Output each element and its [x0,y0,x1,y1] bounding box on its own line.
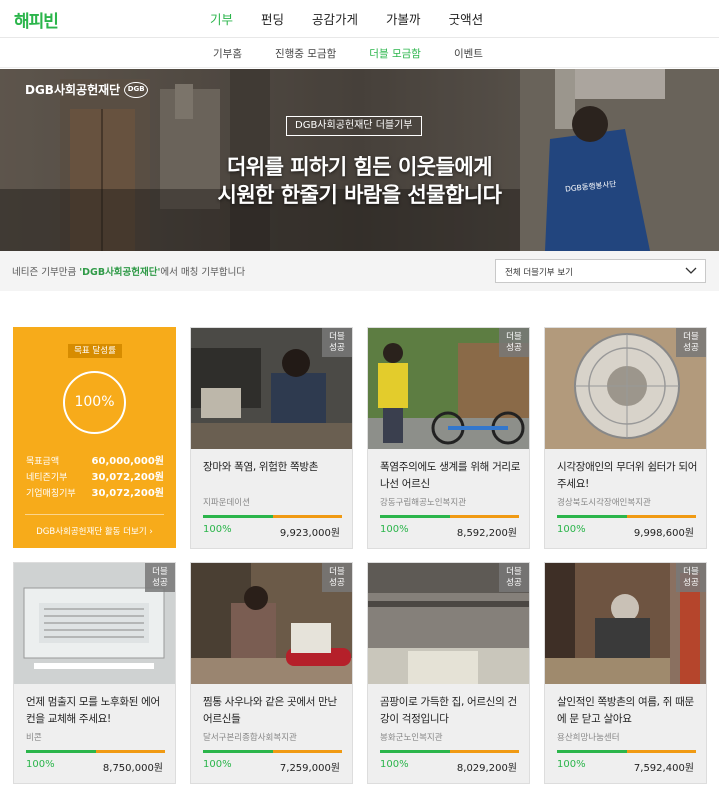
campaign-amount: 9,923,000원 [279,528,340,539]
campaign-org: 달서구본리종합사회복지관 [203,733,297,743]
progress-bar [557,515,696,518]
campaign-org: 경상북도시각장애인복지관 [557,498,651,508]
progress-bar [26,750,165,753]
campaign-amount: 8,592,200원 [456,528,517,539]
campaign-percent: 100% [203,759,232,770]
campaign-card[interactable]: 더블 성공살인적인 쪽방촌의 여름, 쥐 때문에 문 닫고 살아요용산희망나눔센터… [544,562,707,784]
goal-row: 기업매칭기부 30,072,200원 [26,488,164,499]
campaign-org: 봉화군노인복지관 [380,733,443,743]
subnav-donate-home[interactable]: 기부홈 [213,46,242,61]
goal-row: 네티즌기부 30,072,200원 [26,472,164,483]
campaign-org: 지파운데이션 [203,498,250,508]
chevron-down-icon [685,267,697,274]
double-filter-select[interactable]: 전체 더블기부 보기 [495,259,706,283]
progress-fill [557,515,627,518]
campaign-percent: 100% [557,759,586,770]
goal-stats: 목표금액 60,000,000원 네티즌기부 30,072,200원 기업매칭기부 3… [26,454,164,502]
double-success-badge: 더블 성공 [145,563,175,592]
campaign-card[interactable]: 더블 성공장마와 폭염, 위험한 쪽방촌지파운데이션 100% 9,923,000원 [190,327,353,549]
banner-headline-1: 더위를 피하기 힘든 이웃들에게 [226,155,493,179]
banner-tag: DGB사회공헌재단 더블기부 [286,116,422,136]
campaign-org: 강동구립해공노인복지관 [380,498,467,508]
nav-goodaction[interactable]: 굿액션 [449,9,484,28]
progress-fill [26,750,96,753]
campaign-card[interactable]: 더블 성공폭염주의에도 생계를 위해 거리로 나선 어르신강동구립해공노인복지관 1… [367,327,530,549]
goal-rate: 100% [63,371,126,434]
progress-fill [203,515,273,518]
campaign-title[interactable]: 언제 멈출지 모를 노후화된 에어컨을 교체해 주세요! [26,694,168,728]
select-value: 전체 더블기부 보기 [505,268,573,278]
campaign-amount: 7,259,000원 [279,763,340,774]
filter-bar: 네티즌 기부만큼 'DGB사회공헌재단'에서 매칭 기부합니다 전체 더블기부 … [0,251,719,291]
global-header: 해피빈 기부 펀딩 공감가게 가볼까 굿액션 [0,0,719,38]
campaign-amount: 7,592,400원 [633,763,694,774]
goal-summary-card: 목표 달성률 100% 목표금액 60,000,000원 네티즌기부 30,072,… [13,327,176,548]
dgb-brand-name: DGB사회공헌재단 [25,83,121,97]
double-success-badge: 더블 성공 [499,563,529,592]
matching-notice: 네티즌 기부만큼 'DGB사회공헌재단'에서 매칭 기부합니다 [12,267,246,278]
campaign-title[interactable]: 곰팡이로 가득한 집, 어르신의 건강이 걱정입니다 [380,694,522,728]
campaign-percent: 100% [380,524,409,535]
campaign-amount: 8,029,200원 [456,763,517,774]
progress-bar [203,750,342,753]
campaign-percent: 100% [203,524,232,535]
subnav-double[interactable]: 더블 모금함 [369,46,421,61]
campaign-org: 비콘 [26,733,42,743]
goal-row: 목표금액 60,000,000원 [26,456,164,467]
campaign-card[interactable]: 더블 성공곰팡이로 가득한 집, 어르신의 건강이 걱정입니다봉화군노인복지관 10… [367,562,530,784]
campaign-title[interactable]: 시각장애인의 무더위 쉼터가 되어 주세요! [557,459,699,493]
campaign-card[interactable]: 더블 성공언제 멈출지 모를 노후화된 에어컨을 교체해 주세요! 비콘 100% 8,… [13,562,176,784]
goal-label: 목표 달성률 [68,344,122,358]
divider [25,514,164,515]
campaign-title[interactable]: 살인적인 쪽방촌의 여름, 쥐 때문에 문 닫고 살아요 [557,694,699,728]
progress-bar [380,750,519,753]
campaign-card[interactable]: 더블 성공찜통 사우나와 같은 곳에서 만난 어르신들달서구본리종합사회복지관 10… [190,562,353,784]
campaign-title[interactable]: 찜통 사우나와 같은 곳에서 만난 어르신들 [203,694,345,728]
double-success-badge: 더블 성공 [322,328,352,357]
progress-fill [380,750,450,753]
campaign-percent: 100% [26,759,55,770]
campaign-title[interactable]: 폭염주의에도 생계를 위해 거리로 나선 어르신 [380,459,522,493]
progress-bar [557,750,696,753]
progress-fill [380,515,450,518]
dgb-more-link[interactable]: DGB사회공헌재단 활동 더보기 › [13,525,176,537]
nav-donate[interactable]: 기부 [210,9,233,28]
campaign-percent: 100% [380,759,409,770]
campaign-title[interactable]: 장마와 폭염, 위험한 쪽방촌 [203,459,345,476]
progress-bar [380,515,519,518]
subnav-event[interactable]: 이벤트 [454,46,483,61]
progress-fill [203,750,273,753]
double-success-badge: 더블 성공 [322,563,352,592]
dgb-brand: DGB사회공헌재단 DGB [25,81,149,98]
happybean-logo[interactable]: 해피빈 [14,7,59,32]
campaign-org: 용산희망나눔센터 [557,733,620,743]
subnav-ongoing[interactable]: 진행중 모금함 [275,46,336,61]
campaign-amount: 9,998,600원 [633,528,694,539]
progress-fill [557,750,627,753]
progress-bar [203,515,342,518]
nav-funding[interactable]: 펀딩 [261,9,284,28]
dgb-logo: DGB [124,81,149,98]
nav-visit[interactable]: 가볼까 [386,9,421,28]
campaign-banner: DGB사회공헌재단 DGB DGB사회공헌재단 더블기부 더위를 피하기 힘든 … [0,69,719,251]
main-nav: 기부 펀딩 공감가게 가볼까 굿액션 [210,9,511,28]
sub-nav: 기부홈 진행중 모금함 더블 모금함 이벤트 [0,38,719,68]
nav-store[interactable]: 공감가게 [312,9,358,28]
double-success-badge: 더블 성공 [499,328,529,357]
campaign-percent: 100% [557,524,586,535]
double-success-badge: 더블 성공 [676,328,706,357]
campaign-amount: 8,750,000원 [102,763,163,774]
campaign-card[interactable]: 더블 성공시각장애인의 무더위 쉼터가 되어 주세요! 경상북도시각장애인복지관 10… [544,327,707,549]
double-success-badge: 더블 성공 [676,563,706,592]
